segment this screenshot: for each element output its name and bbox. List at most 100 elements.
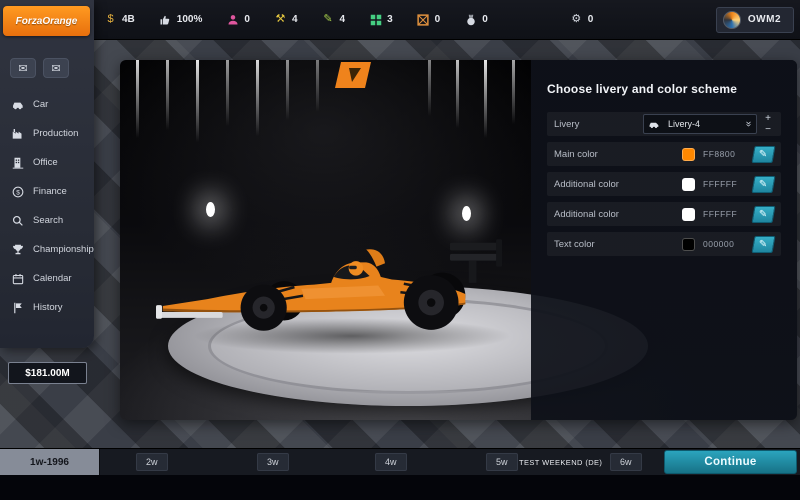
sidebar-item-search[interactable]: Search xyxy=(0,206,94,235)
current-week-display: 1w-1996 xyxy=(0,449,100,476)
light-strip xyxy=(428,60,431,116)
thumbs-up-icon xyxy=(159,14,172,26)
stat-value: 4 xyxy=(340,14,346,25)
color-row-text: Text color 000000 ✎ xyxy=(547,232,781,256)
livery-select[interactable]: Livery-4 » xyxy=(643,114,757,134)
pencil-icon: ✎ xyxy=(759,209,767,219)
week-marker: 6w xyxy=(610,453,642,471)
budget-display: $181.00M xyxy=(8,362,87,384)
stat-upgrades: ⚙ 0 xyxy=(570,14,594,25)
livery-panel: Choose livery and color scheme Livery Li… xyxy=(531,60,797,420)
stat-value: 4 xyxy=(292,14,298,25)
light-strip xyxy=(196,60,199,142)
office-icon xyxy=(11,156,25,170)
mail-icon[interactable]: ✉ xyxy=(43,58,69,78)
trophy-icon xyxy=(11,243,25,257)
stat-approval: 100% xyxy=(159,14,203,26)
livery-control: Livery-4 » + − xyxy=(643,114,774,134)
color-control: FFFFFF ✎ xyxy=(682,176,774,193)
color-control: FF8800 ✎ xyxy=(682,146,774,163)
color-swatch[interactable] xyxy=(682,208,695,221)
light-strip xyxy=(316,60,319,112)
sidebar-item-label: Office xyxy=(33,157,58,168)
stat-value: 0 xyxy=(482,14,488,25)
car-icon xyxy=(649,119,663,129)
week-marker: 5w xyxy=(486,453,518,471)
stat-funds: $ 4B xyxy=(104,14,135,25)
calendar-icon xyxy=(11,272,25,286)
edit-color-button[interactable]: ✎ xyxy=(752,236,776,253)
week-marker: 3w xyxy=(257,453,289,471)
edit-color-button[interactable]: ✎ xyxy=(752,176,776,193)
stat-medals: 0 xyxy=(464,14,488,26)
livery-stepper: + − xyxy=(762,114,774,134)
stat-mechanics: ⚒ 4 xyxy=(274,14,298,25)
team-logo-text: ForzaOrange xyxy=(16,16,78,27)
pencil-icon: ✎ xyxy=(759,179,767,189)
timeline-event-label: TEST WEEKEND (DE) xyxy=(519,453,602,471)
livery-selected-value: Livery-4 xyxy=(668,119,740,129)
edit-color-button[interactable]: ✎ xyxy=(752,206,776,223)
stat-value: 4B xyxy=(122,14,135,25)
stat-value: 0 xyxy=(435,14,441,25)
continue-button[interactable]: Continue xyxy=(664,450,797,474)
stat-crates: 0 xyxy=(417,14,441,26)
stat-designers: ✎ 4 xyxy=(322,14,346,25)
color-control: 000000 ✎ xyxy=(682,236,774,253)
livery-prev-button[interactable]: − xyxy=(762,125,774,134)
stat-value: 100% xyxy=(177,14,203,25)
sidebar-item-production[interactable]: Production xyxy=(0,119,94,148)
color-row-main: Main color FF8800 ✎ xyxy=(547,142,781,166)
color-swatch[interactable] xyxy=(682,148,695,161)
wrench-icon: ⚒ xyxy=(274,14,287,25)
bottom-letterbox xyxy=(0,475,800,500)
color-label: Text color xyxy=(554,239,595,250)
ceiling-brand-mark xyxy=(335,62,371,93)
sidebar: ForzaOrange ✉ ✉ Car Production xyxy=(0,0,94,348)
finance-icon: $ xyxy=(11,185,25,199)
sidebar-item-championship[interactable]: Championship xyxy=(0,235,94,264)
parts-icon xyxy=(369,14,382,26)
sidebar-nav: Car Production Office $ Finance xyxy=(0,90,94,322)
color-swatch[interactable] xyxy=(682,178,695,191)
sidebar-item-finance[interactable]: $ Finance xyxy=(0,177,94,206)
resource-stats: $ 4B 100% 0 ⚒ 4 ✎ 4 xyxy=(104,14,593,26)
sidebar-item-office[interactable]: Office xyxy=(0,148,94,177)
chevron-down-icon: » xyxy=(743,121,753,127)
sidebar-item-car[interactable]: Car xyxy=(0,90,94,119)
medal-icon xyxy=(464,14,477,26)
pencil-icon: ✎ xyxy=(322,14,335,25)
color-swatch[interactable] xyxy=(682,238,695,251)
sidebar-item-label: Finance xyxy=(33,186,67,197)
light-strip xyxy=(136,60,139,138)
livery-next-button[interactable]: + xyxy=(762,114,774,123)
pencil-icon: ✎ xyxy=(759,239,767,249)
livery-label: Livery xyxy=(554,119,579,130)
edit-color-button[interactable]: ✎ xyxy=(752,146,776,163)
sidebar-item-label: Car xyxy=(33,99,48,110)
week-marker: 2w xyxy=(136,453,168,471)
livery-row: Livery Livery-4 » + − xyxy=(547,112,781,136)
stat-parts: 3 xyxy=(369,14,393,26)
crate-icon xyxy=(417,14,430,26)
mail-icon[interactable]: ✉ xyxy=(10,58,36,78)
light-strip xyxy=(166,60,169,130)
sidebar-item-calendar[interactable]: Calendar xyxy=(0,264,94,293)
sidebar-item-label: History xyxy=(33,302,63,313)
top-bar: $ 4B 100% 0 ⚒ 4 ✎ 4 xyxy=(0,0,800,40)
color-row-additional-1: Additional color FFFFFF ✎ xyxy=(547,172,781,196)
factory-icon xyxy=(11,127,25,141)
mail-buttons: ✉ ✉ xyxy=(10,58,69,78)
driver-icon xyxy=(226,14,239,26)
car-showroom-viewport[interactable]: Choose livery and color scheme Livery Li… xyxy=(120,60,797,420)
color-label: Main color xyxy=(554,149,598,160)
season-timeline: 1w-1996 2w 3w 4w 5w TEST WEEKEND (DE) 6w… xyxy=(0,448,800,475)
color-hex: FF8800 xyxy=(703,149,745,159)
history-flag-icon xyxy=(11,301,25,315)
avatar xyxy=(723,11,741,29)
light-strip xyxy=(456,60,459,128)
sidebar-item-history[interactable]: History xyxy=(0,293,94,322)
sidebar-item-label: Search xyxy=(33,215,63,226)
formula-car xyxy=(156,200,532,354)
profile-button[interactable]: OWM2 xyxy=(716,7,794,33)
